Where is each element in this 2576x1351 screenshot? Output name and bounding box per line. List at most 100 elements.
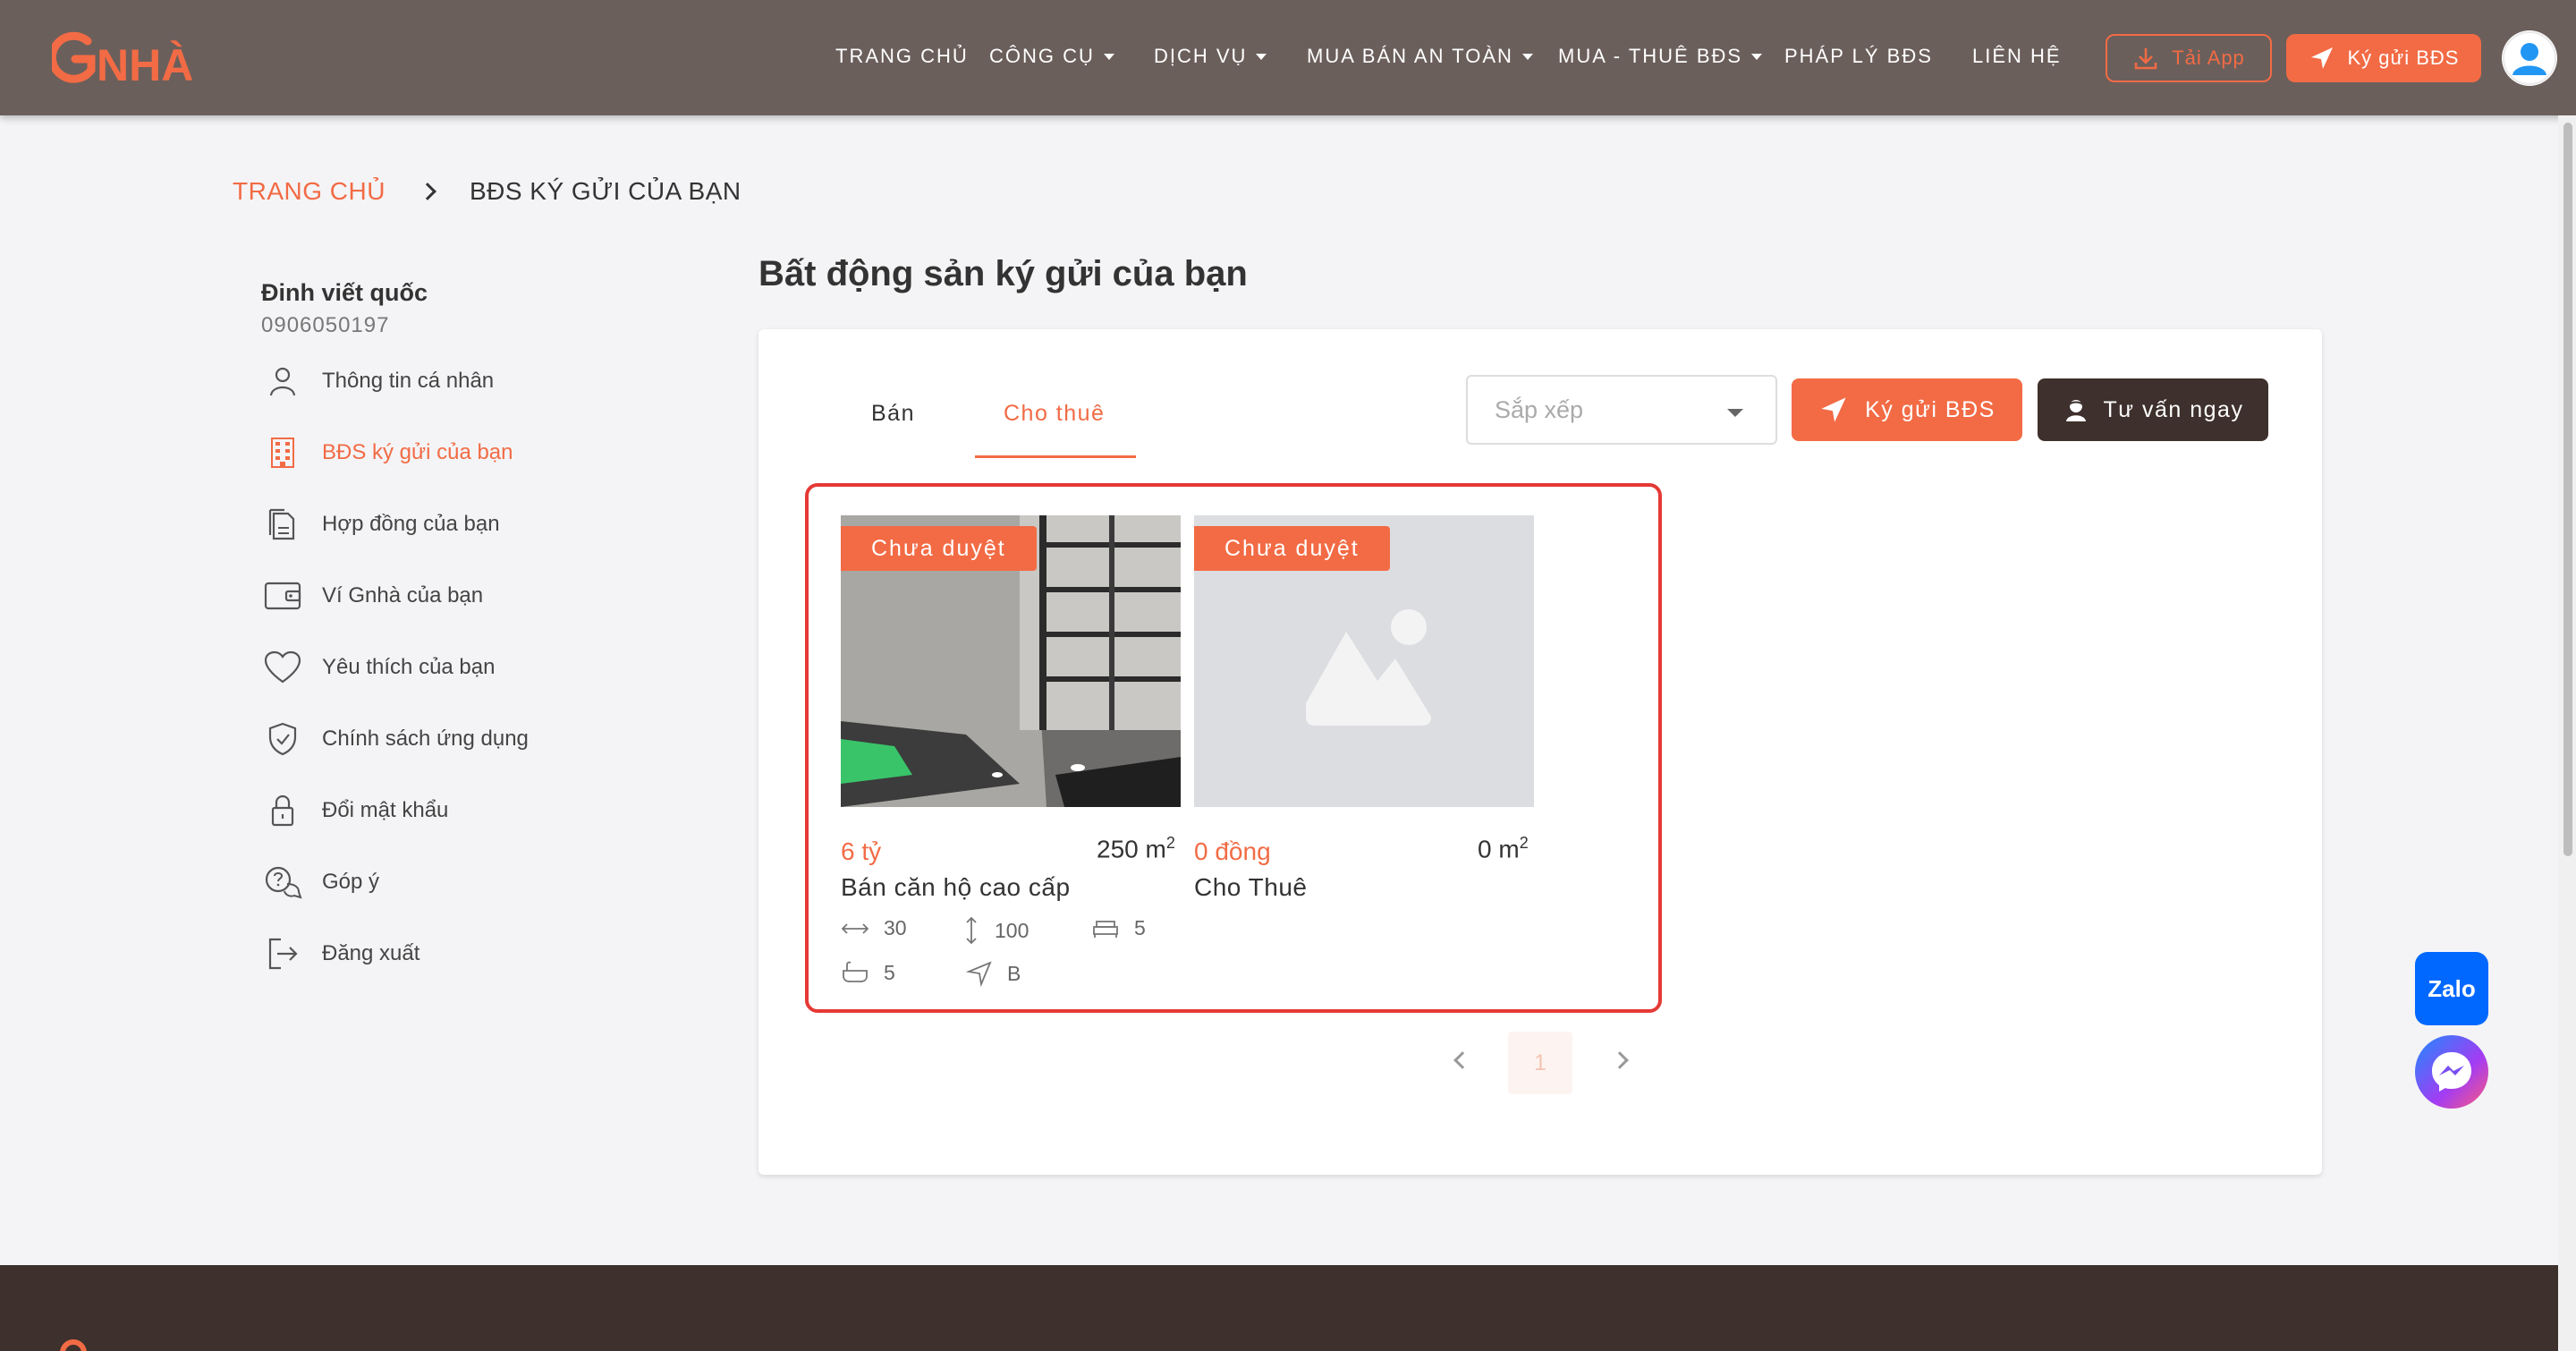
scrollbar-thumb[interactable] bbox=[2563, 123, 2572, 856]
send-icon bbox=[2310, 47, 2333, 69]
listing-title[interactable]: Cho Thuê bbox=[1194, 873, 1307, 902]
breadcrumb-current: BĐS KÝ GỬI CỦA BẠN bbox=[469, 177, 741, 205]
svg-text:NHÀ: NHÀ bbox=[97, 40, 193, 88]
listing-area-value: 0 m bbox=[1478, 835, 1520, 863]
breadcrumb-home[interactable]: TRANG CHỦ bbox=[233, 177, 386, 206]
sidebar-item-label: Góp ý bbox=[322, 870, 380, 894]
sidebar-item-bds-ky-gui[interactable]: BĐS ký gửi của bạn bbox=[261, 429, 513, 476]
sidebar-item-doi-mat-khau[interactable]: Đổi mật khẩu bbox=[261, 787, 448, 834]
tai-app-button[interactable]: Tải App bbox=[2106, 34, 2272, 82]
feature-direction-value: B bbox=[1007, 961, 1021, 985]
page-scrollbar[interactable] bbox=[2558, 115, 2576, 1351]
sort-placeholder: Sắp xếp bbox=[1495, 395, 1584, 423]
ky-gui-header-label: Ký gửi BĐS bbox=[2347, 47, 2460, 69]
messenger-chat-button[interactable] bbox=[2415, 1035, 2488, 1109]
bathtub-icon bbox=[843, 961, 868, 982]
feature-length-value: 100 bbox=[995, 918, 1030, 942]
sidebar-item-label: BĐS ký gửi của bạn bbox=[322, 440, 513, 464]
caret-down-icon bbox=[1256, 53, 1267, 60]
top-header: NHÀ TRANG CHỦ CÔNG CỤ DỊCH VỤ MUA BÁN AN… bbox=[0, 0, 2576, 115]
length-arrow-icon bbox=[966, 916, 977, 945]
sort-select[interactable]: Sắp xếp bbox=[1466, 375, 1777, 445]
listing-area-value: 250 m bbox=[1097, 835, 1166, 863]
feature-bathrooms: 5 bbox=[841, 960, 895, 985]
ky-gui-header-button[interactable]: Ký gửi BĐS bbox=[2286, 34, 2481, 82]
nav-dich-vu[interactable]: DỊCH VỤ bbox=[1154, 45, 1267, 68]
sidebar-item-label: Yêu thích của bạn bbox=[322, 655, 496, 679]
listing-area-exponent: 2 bbox=[1519, 834, 1529, 852]
support-agent-icon bbox=[2065, 400, 2086, 421]
sidebar-item-dang-xuat[interactable]: Đăng xuất bbox=[261, 930, 419, 977]
feature-bedrooms: 5 bbox=[1091, 916, 1146, 940]
sidebar-item-vi-gnha[interactable]: Ví Gnhà của bạn bbox=[261, 573, 483, 619]
zalo-label: Zalo bbox=[2428, 974, 2476, 1002]
bed-icon bbox=[1093, 920, 1118, 938]
caret-down-icon bbox=[1751, 53, 1763, 60]
nav-mua-ban-an-toan[interactable]: MUA BÁN AN TOÀN bbox=[1307, 45, 1533, 68]
ky-gui-button-label: Ký gửi BĐS bbox=[1865, 396, 1996, 422]
feature-direction: B bbox=[966, 960, 1021, 987]
feature-length: 100 bbox=[962, 916, 1029, 945]
wallet-icon bbox=[261, 574, 304, 617]
nav-cong-cu[interactable]: CÔNG CỤ bbox=[989, 45, 1114, 68]
sidebar-item-label: Ví Gnhà của bạn bbox=[322, 583, 484, 608]
feature-bathrooms-value: 5 bbox=[884, 960, 895, 984]
nav-lien-he[interactable]: LIÊN HỆ bbox=[1972, 45, 2062, 68]
tu-van-ngay-button[interactable]: Tư vấn ngay bbox=[2038, 378, 2268, 441]
listing-area: 0 m2 bbox=[1478, 834, 1529, 863]
sidebar-item-hop-dong[interactable]: Hợp đồng của bạn bbox=[261, 501, 500, 548]
sidebar-item-label: Hợp đồng của bạn bbox=[322, 512, 500, 536]
listing-price: 6 tỷ bbox=[841, 837, 882, 865]
sidebar-item-label: Thông tin cá nhân bbox=[322, 369, 495, 393]
pagination-page[interactable]: 1 bbox=[1508, 1032, 1572, 1094]
tu-van-ngay-label: Tư vấn ngay bbox=[2103, 396, 2244, 422]
caret-down-icon bbox=[1727, 409, 1743, 417]
feedback-icon bbox=[261, 861, 304, 904]
sidebar-item-yeu-thich[interactable]: Yêu thích của bạn bbox=[261, 644, 495, 691]
footer bbox=[0, 1265, 2558, 1351]
status-badge: Chưa duyệt bbox=[841, 526, 1037, 571]
tab-cho-thue[interactable]: Cho thuê bbox=[1004, 401, 1105, 427]
feature-width-value: 30 bbox=[884, 916, 907, 939]
caret-down-icon bbox=[1521, 53, 1533, 60]
avatar[interactable] bbox=[2502, 30, 2557, 86]
sidebar-item-label: Đổi mật khẩu bbox=[322, 798, 449, 822]
user-phone: 0906050197 bbox=[261, 313, 390, 337]
user-name: Đinh viết quốc bbox=[261, 279, 428, 306]
lock-icon bbox=[261, 789, 304, 832]
listing-title[interactable]: Bán căn hộ cao cấp bbox=[841, 873, 1071, 902]
sidebar-item-chinh-sach[interactable]: Chính sách ứng dụng bbox=[261, 716, 529, 762]
width-arrow-icon bbox=[841, 922, 869, 934]
ky-gui-button[interactable]: Ký gửi BĐS bbox=[1792, 378, 2022, 441]
gnha-logo[interactable]: NHÀ bbox=[47, 30, 211, 90]
sidebar-item-label: Chính sách ứng dụng bbox=[322, 726, 529, 751]
logout-icon bbox=[261, 932, 304, 975]
nav-trang-chu[interactable]: TRANG CHỦ bbox=[835, 45, 969, 68]
direction-icon bbox=[966, 961, 992, 987]
caret-down-icon bbox=[1103, 53, 1114, 60]
chevron-right-icon bbox=[419, 183, 436, 200]
shield-check-icon bbox=[261, 718, 304, 760]
tai-app-label: Tải App bbox=[2172, 47, 2245, 69]
building-icon bbox=[261, 431, 304, 474]
status-badge: Chưa duyệt bbox=[1194, 526, 1390, 571]
send-icon bbox=[1821, 397, 1846, 422]
footer-logo-icon bbox=[60, 1339, 87, 1351]
feature-width: 30 bbox=[841, 916, 907, 940]
nav-phap-ly-bds[interactable]: PHÁP LÝ BĐS bbox=[1784, 45, 1933, 68]
user-icon bbox=[261, 360, 304, 403]
nav-mua-thue-bds[interactable]: MUA - THUÊ BĐS bbox=[1558, 45, 1763, 68]
listing-price: 0 đồng bbox=[1194, 837, 1271, 865]
contract-icon bbox=[261, 503, 304, 546]
page-title: Bất động sản ký gửi của bạn bbox=[758, 254, 1248, 293]
sidebar-item-thong-tin-ca-nhan[interactable]: Thông tin cá nhân bbox=[261, 358, 494, 404]
heart-icon bbox=[261, 646, 304, 689]
listing-area-exponent: 2 bbox=[1165, 834, 1175, 852]
tab-ban[interactable]: Bán bbox=[871, 401, 915, 427]
active-tab-indicator bbox=[975, 455, 1136, 458]
zalo-chat-button[interactable]: Zalo bbox=[2415, 952, 2488, 1025]
messenger-icon bbox=[2432, 1052, 2471, 1092]
download-icon bbox=[2134, 48, 2157, 70]
sidebar-item-gop-y[interactable]: Góp ý bbox=[261, 859, 379, 905]
sidebar-item-label: Đăng xuất bbox=[322, 941, 420, 965]
